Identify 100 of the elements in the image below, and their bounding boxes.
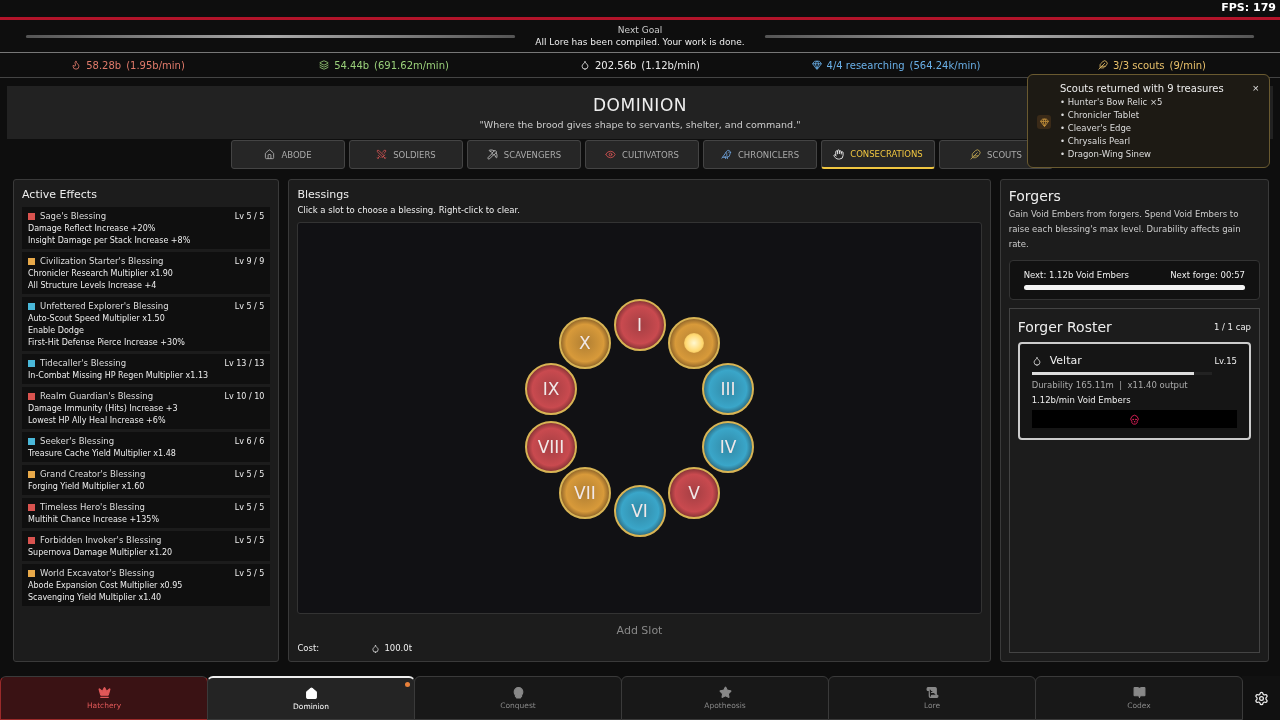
droplet-icon	[371, 643, 381, 653]
blessing-name: Timeless Hero's Blessing	[40, 502, 146, 512]
section-tab[interactable]: CHRONICLERS	[703, 140, 817, 169]
resource-rate: (1.95b/min)	[126, 59, 185, 71]
blessings-hint: Click a slot to choose a blessing. Right-click to clear.	[297, 205, 521, 215]
blessing-slot[interactable]	[668, 316, 721, 369]
effect-text: Supernova Damage Multiplier x1.20	[28, 548, 174, 557]
blessing-level: Lv 5 / 5	[234, 502, 265, 512]
resource-rate: (691.62m/min)	[374, 59, 449, 71]
toast-title: Scouts returned with 9 treasures	[1060, 83, 1224, 94]
close-button[interactable]: ×	[1252, 82, 1259, 94]
resource-amount: 202.56b	[595, 59, 637, 71]
section-tab[interactable]: SCAVENGERS	[467, 140, 581, 169]
next-embers: Next: 1.12b Void Embers	[1023, 270, 1130, 280]
treasure-item: • Dragon-Wing Sinew	[1060, 149, 1153, 159]
section-tab[interactable]: CONSECRATIONS	[821, 140, 935, 169]
blessing-level: Lv 10 / 10	[224, 391, 265, 401]
forger-card[interactable]: Veltar Lv.15 Durability 165.11m | x11.40 output 1.12b/min Void Embers	[1017, 342, 1251, 440]
resource-icon	[811, 60, 822, 70]
effect-text: Damage Immunity (Hits) Increase +3	[28, 404, 179, 413]
panel-title: Forgers	[1008, 188, 1062, 204]
blessing-level: Lv 5 / 5	[234, 568, 265, 578]
blessing-slot[interactable]: V	[668, 467, 721, 520]
blessing-name: World Excavator's Blessing	[40, 568, 156, 578]
blessing-slot[interactable]: I	[613, 299, 666, 351]
tab-icon	[720, 149, 732, 160]
blessing-name: Realm Guardian's Blessing	[40, 391, 155, 401]
effect-text: Forging Yield Multiplier x1.60	[28, 482, 146, 491]
effect-text: Scavenging Yield Multiplier x1.40	[28, 593, 163, 602]
effect-text: Multihit Chance Increase +135%	[28, 515, 160, 524]
blessing-slot[interactable]: X	[558, 316, 611, 369]
blessing-name: Unfettered Explorer's Blessing	[40, 301, 170, 311]
treasure-item: • Cleaver's Edge	[1060, 123, 1133, 133]
blessing-level: Lv 6 / 6	[234, 436, 265, 446]
resource-amount: 3/3 scouts	[1113, 59, 1165, 71]
blessing-level: Lv 5 / 5	[234, 469, 265, 479]
settings-icon	[1253, 690, 1269, 706]
effect-text: Damage Reflect Increase +20%	[28, 224, 157, 233]
treasure-item: • Chronicler Tablet	[1060, 110, 1141, 120]
tab-icon	[970, 149, 982, 160]
blessing-slot[interactable]: VI	[613, 485, 666, 537]
page-subtitle: "Where the brood gives shape to servants, shelter, and command."	[479, 119, 801, 130]
resource-rate: (9/min)	[1169, 59, 1206, 71]
blessing-level: Lv 13 / 13	[224, 358, 265, 368]
resource-amount: 4/4 researching	[826, 59, 905, 71]
effect-text: Chronicler Research Multiplier x1.90	[28, 269, 174, 278]
forger-rate: 1.12b/min Void Embers	[1031, 395, 1132, 405]
nav-icon	[925, 686, 939, 699]
blessing-level: Lv 5 / 5	[234, 301, 265, 311]
forger-level: Lv.15	[1214, 355, 1237, 366]
tab-icon	[833, 148, 845, 160]
resource-icon	[71, 60, 82, 70]
panel-title: Active Effects	[22, 188, 98, 201]
gem-icon	[1037, 115, 1051, 129]
tab-icon	[486, 149, 498, 160]
nav-icon	[718, 686, 732, 699]
skull-icon	[1128, 413, 1140, 425]
tab-icon	[264, 149, 276, 160]
blessing-name: Civilization Starter's Blessing	[40, 256, 165, 266]
blessing-level: Lv 9 / 9	[234, 256, 265, 266]
effect-text: Treasure Cache Yield Multiplier x1.48	[28, 449, 177, 458]
resource-rate: (564.24k/min)	[909, 59, 981, 71]
effect-text: Enable Dodge	[28, 326, 85, 335]
nav-icon	[511, 686, 525, 699]
effect-text: In-Combat Missing HP Regen Multiplier x1.13	[28, 371, 210, 380]
next-forge-timer: Next forge: 00:57	[1170, 270, 1245, 280]
droplet-icon	[1031, 355, 1042, 366]
blessing-name: Seeker's Blessing	[40, 436, 116, 446]
treasure-item: • Chrysalis Pearl	[1060, 136, 1132, 146]
tab-icon	[376, 149, 388, 160]
roster-title: Forger Roster	[1017, 319, 1112, 335]
blessing-name: Sage's Blessing	[40, 211, 108, 221]
nav-icon	[304, 686, 318, 700]
cost-value: 100.0t	[384, 643, 413, 653]
page-title: DOMINION	[593, 95, 687, 115]
resource-icon	[580, 60, 590, 70]
section-tab[interactable]: CULTIVATORS	[585, 140, 699, 169]
effect-text: Insight Damage per Stack Increase +8%	[28, 236, 192, 245]
panel-title: Blessings	[297, 188, 350, 201]
roster-cap: 1 / 1 cap	[1213, 322, 1251, 332]
resource-amount: 54.44b	[334, 59, 370, 71]
forgers-description: Gain Void Embers from forgers. Spend Void Embers to raise each blessing's max level. Durability affects gain rate.	[1008, 208, 1242, 251]
goal-text: All Lore has been compiled. Your work is done.	[535, 37, 745, 47]
effect-text: Lowest HP Ally Heal Increase +6%	[28, 416, 167, 425]
blessing-slot[interactable]: III	[701, 363, 754, 416]
cost-label: Cost:	[297, 643, 321, 653]
effect-text: Auto-Scout Speed Multiplier x1.50	[28, 314, 166, 323]
add-slot-button[interactable]: Add Slot	[297, 614, 982, 643]
blessing-level: Lv 5 / 5	[234, 211, 265, 221]
resource-amount: 58.28b	[86, 59, 122, 71]
section-tab[interactable]: SOLDIERS	[349, 140, 463, 169]
goal-title: Next Goal	[617, 25, 663, 35]
section-tab[interactable]: ABODE	[231, 140, 345, 169]
blessing-name: Forbidden Invoker's Blessing	[40, 535, 163, 545]
blessing-name: Grand Creator's Blessing	[40, 469, 147, 479]
blessing-slot[interactable]: IV	[701, 420, 754, 473]
blessing-slot[interactable]: IX	[525, 363, 578, 416]
resource-rate: (1.12b/min)	[641, 59, 700, 71]
blessing-slot[interactable]: VIII	[525, 420, 578, 473]
blessing-name: Tidecaller's Blessing	[40, 358, 128, 368]
